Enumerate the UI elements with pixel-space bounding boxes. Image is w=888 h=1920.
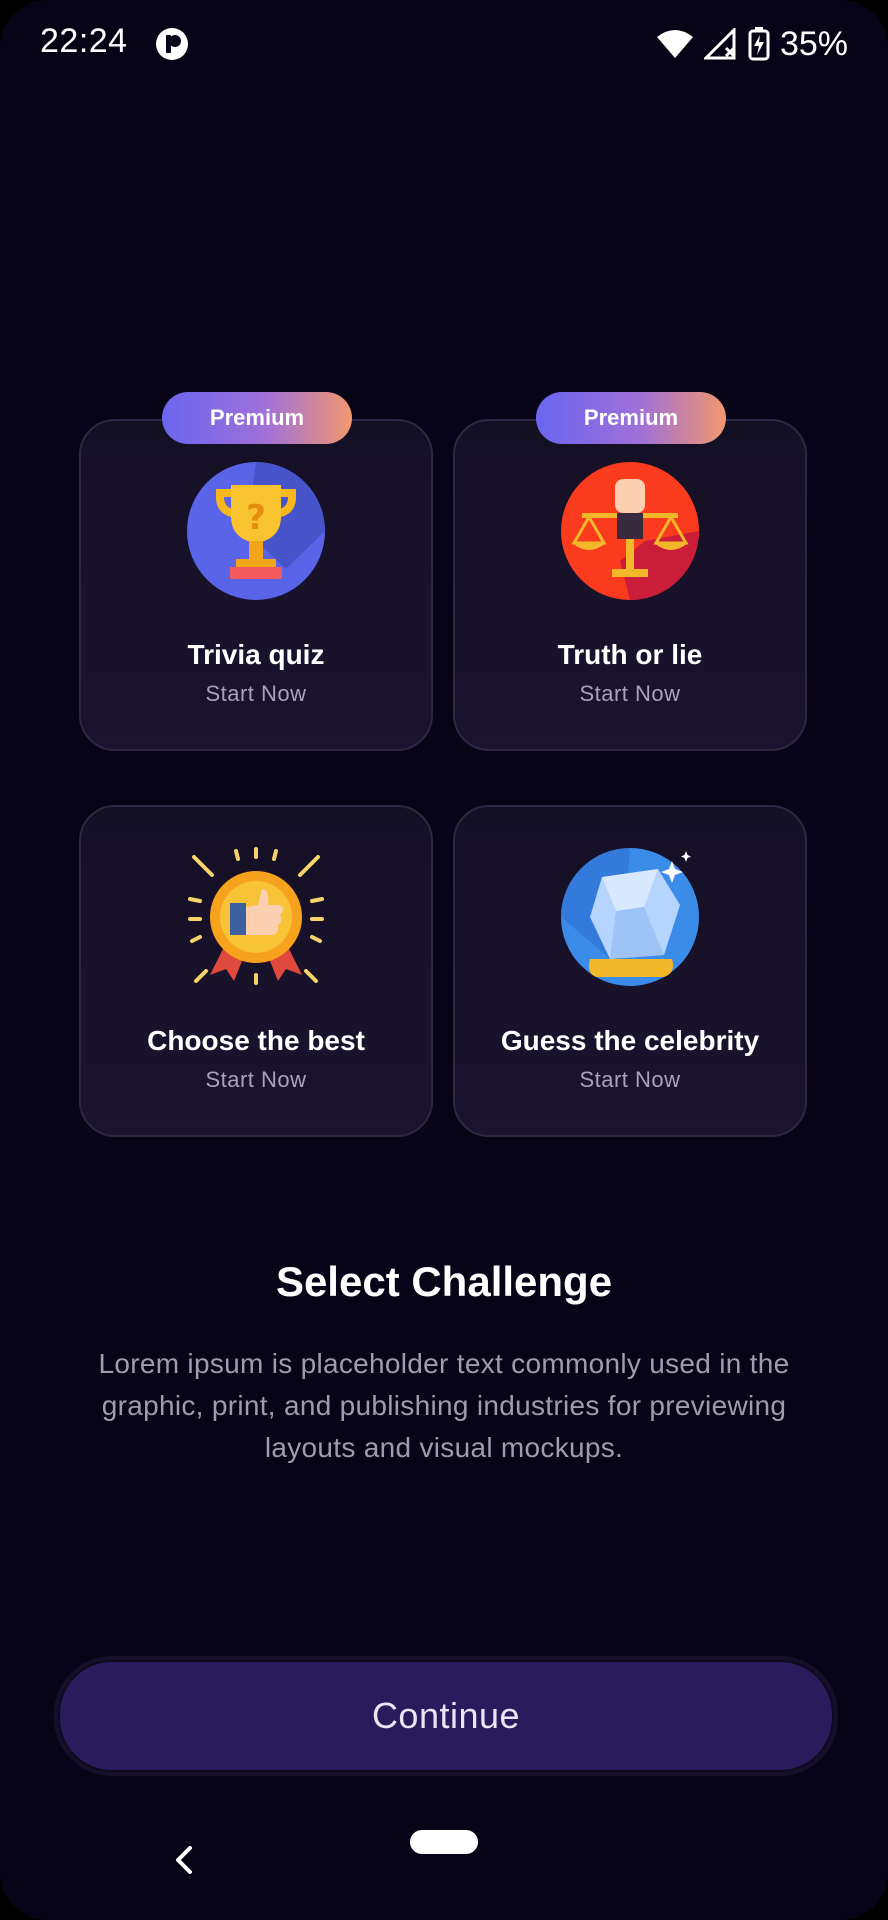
- screen: 22:24 35% ? Trivia quiz Start Now Premiu…: [0, 0, 888, 1920]
- card-title: Choose the best: [147, 1025, 365, 1056]
- card-title: Truth or lie: [557, 639, 703, 670]
- wifi-icon: [656, 30, 693, 58]
- app-indicator-icon: [156, 28, 188, 60]
- card-trivia-quiz[interactable]: ? Trivia quiz Start Now: [79, 419, 433, 751]
- trophy-icon: ?: [187, 462, 325, 600]
- card-guess-the-celebrity[interactable]: Guess the celebrity Start Now: [453, 805, 807, 1137]
- card-subtitle: Start Now: [579, 1067, 681, 1092]
- page-description: Lorem ipsum is placeholder text commonly…: [98, 1348, 790, 1463]
- card-choose-the-best[interactable]: Choose the best Start Now: [79, 805, 433, 1137]
- home-nav-pill[interactable]: [410, 1830, 478, 1854]
- card-subtitle: Start Now: [579, 681, 681, 706]
- status-icons: 35%: [656, 22, 848, 66]
- back-nav-icon[interactable]: [168, 1840, 198, 1880]
- card-truth-or-lie[interactable]: Truth or lie Start Now: [453, 419, 807, 751]
- premium-badge: Premium: [536, 392, 726, 444]
- crystal-icon: [561, 848, 699, 986]
- card-title: Guess the celebrity: [500, 1025, 760, 1056]
- page-title: Select Challenge: [275, 1258, 613, 1305]
- card-subtitle: Start Now: [205, 1067, 307, 1092]
- card-subtitle: Start Now: [205, 681, 307, 706]
- battery-percent: 35%: [779, 24, 848, 63]
- svg-text:?: ?: [246, 498, 266, 538]
- award-medal-icon: [188, 847, 324, 985]
- scales-icon: [561, 462, 699, 600]
- card-title: Trivia quiz: [187, 639, 325, 670]
- continue-button[interactable]: Continue: [58, 1660, 834, 1772]
- signal-icon: [703, 28, 736, 60]
- premium-badge: Premium: [162, 392, 352, 444]
- battery-charging-icon: [748, 27, 770, 61]
- status-time: 22:24: [40, 22, 128, 60]
